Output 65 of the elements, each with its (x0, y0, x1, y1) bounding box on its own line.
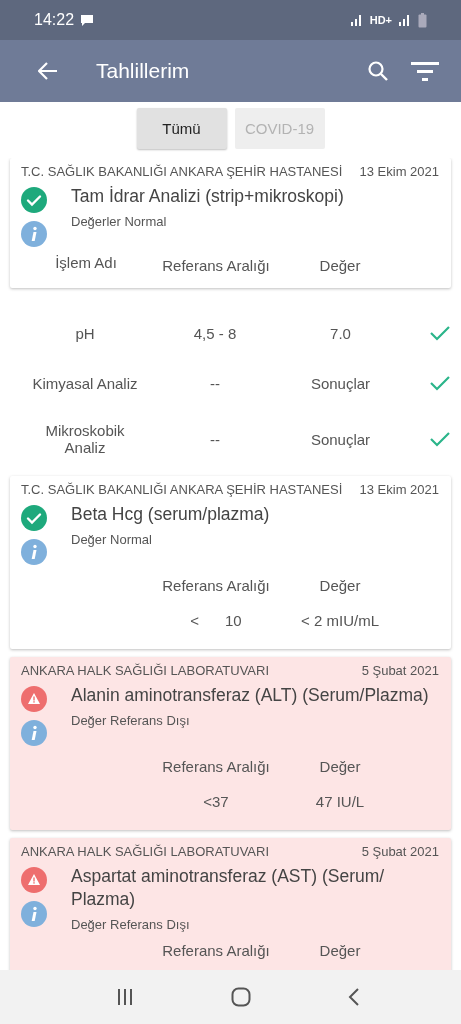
table-cell-text: pH (74, 324, 96, 342)
test-card[interactable]: T.C. SAĞLIK BAKANLIĞI ANKARA ŞEHİR HASTANESİ 13 Ekim 2021 Beta Hcg (serum/plazma) Değer Normal Referans Aralığı Değer < 10 < 2 mIU/mL (10, 476, 451, 649)
filter-tab[interactable]: Tümü (136, 108, 227, 149)
back-icon[interactable] (347, 987, 360, 1007)
screen-title: Tahlillerim (96, 59, 191, 83)
table-cell-text: -- (209, 430, 221, 448)
lab-name: T.C. SAĞLIK BAKANLIĞI ANKARA ŞEHİR HASTANESİ (21, 164, 343, 179)
column-header: Değer (318, 757, 362, 777)
check-circle-icon (21, 187, 47, 213)
table-cell-text: 7.0 (329, 324, 352, 342)
info-icon[interactable] (21, 720, 47, 746)
column-header: Değer (318, 256, 362, 276)
info-icon[interactable] (21, 221, 47, 247)
table-cell-text: 4,5 - 8 (192, 324, 238, 342)
test-name: Tam İdrar Analizi (strip+mikroskopi) (71, 185, 345, 208)
check-circle-icon (21, 505, 47, 531)
recent-apps-icon[interactable] (115, 988, 134, 1006)
column-header: Değer (318, 941, 362, 961)
result-note: Değerler Normal (71, 214, 168, 229)
table-cell: < 2 mIU/mL (301, 612, 379, 629)
table-cell-text: Kimyasal Analiz (31, 374, 139, 392)
message-icon (80, 13, 95, 27)
warning-icon (21, 867, 47, 893)
test-card[interactable]: ANKARA HALK SAĞLIĞI LABORATUVARI 5 Şubat 2021 Alanin aminotransferaz (ALT) (Serum/Plazma) Değer Referans Dışı Referans Aralığı Değer <37 47 IU/L (10, 657, 451, 830)
table-cell: 47 IU/L (315, 793, 365, 810)
lab-name: ANKARA HALK SAĞLIĞI LABORATUVARI (21, 844, 270, 859)
test-date: 5 Şubat 2021 (361, 663, 439, 678)
network-type: HD+ (369, 14, 392, 26)
column-header: Değer (318, 576, 362, 596)
table-cell-text: -- (209, 374, 221, 392)
table-cell: <37 (203, 793, 229, 810)
table-cell-text: Mikroskobik Analiz (44, 422, 126, 456)
check-icon (429, 374, 451, 392)
check-icon (429, 430, 451, 448)
test-date: 13 Ekim 2021 (359, 164, 439, 179)
column-header: İşlem Adı (55, 254, 117, 271)
lab-name: ANKARA HALK SAĞLIĞI LABORATUVARI (21, 663, 270, 678)
column-header: Referans Aralığı (161, 941, 271, 961)
column-header: Referans Aralığı (161, 256, 271, 276)
lab-name: T.C. SAĞLIK BAKANLIĞI ANKARA ŞEHİR HASTANESİ (21, 482, 343, 497)
signal-icon (398, 14, 412, 26)
test-name: Aspartat aminotransferaz (AST) (Serum/ Plazma) (71, 865, 386, 911)
table-cell-text: Sonuçlar (309, 430, 372, 448)
status-time: 14:22 (34, 11, 75, 29)
battery-icon (418, 12, 427, 28)
home-icon[interactable] (230, 987, 251, 1007)
test-date: 5 Şubat 2021 (361, 844, 439, 859)
result-note: Değer Referans Dışı (71, 917, 191, 932)
warning-icon (21, 686, 47, 712)
signal-icon (349, 14, 364, 26)
test-name: Beta Hcg (serum/plazma) (71, 503, 271, 526)
test-card[interactable]: T.C. SAĞLIK BAKANLIĞI ANKARA ŞEHİR HASTANESİ 13 Ekim 2021 Tam İdrar Analizi (strip+mikroskopi) Değerler Normal İşlem Adı Referans Aralığı Değer (10, 158, 451, 288)
test-date: 13 Ekim 2021 (359, 482, 439, 497)
result-note: Değer Referans Dışı (71, 713, 191, 728)
table-cell: < (190, 612, 200, 629)
info-icon[interactable] (21, 901, 47, 927)
test-name: Alanin aminotransferaz (ALT) (Serum/Plazma) (71, 684, 430, 707)
table-cell: 10 (225, 612, 242, 629)
result-note: Değer Normal (71, 532, 153, 547)
info-icon[interactable] (21, 539, 47, 565)
check-icon (429, 324, 451, 342)
test-card[interactable]: ANKARA HALK SAĞLIĞI LABORATUVARI 5 Şubat 2021 Aspartat aminotransferaz (AST) (Serum/ Plazma) Değer Referans Dışı Referans Aralığı Değer (10, 838, 451, 970)
column-header: Referans Aralığı (161, 576, 271, 596)
table-cell-text: Sonuçlar (309, 374, 372, 392)
column-header: Referans Aralığı (161, 757, 271, 777)
